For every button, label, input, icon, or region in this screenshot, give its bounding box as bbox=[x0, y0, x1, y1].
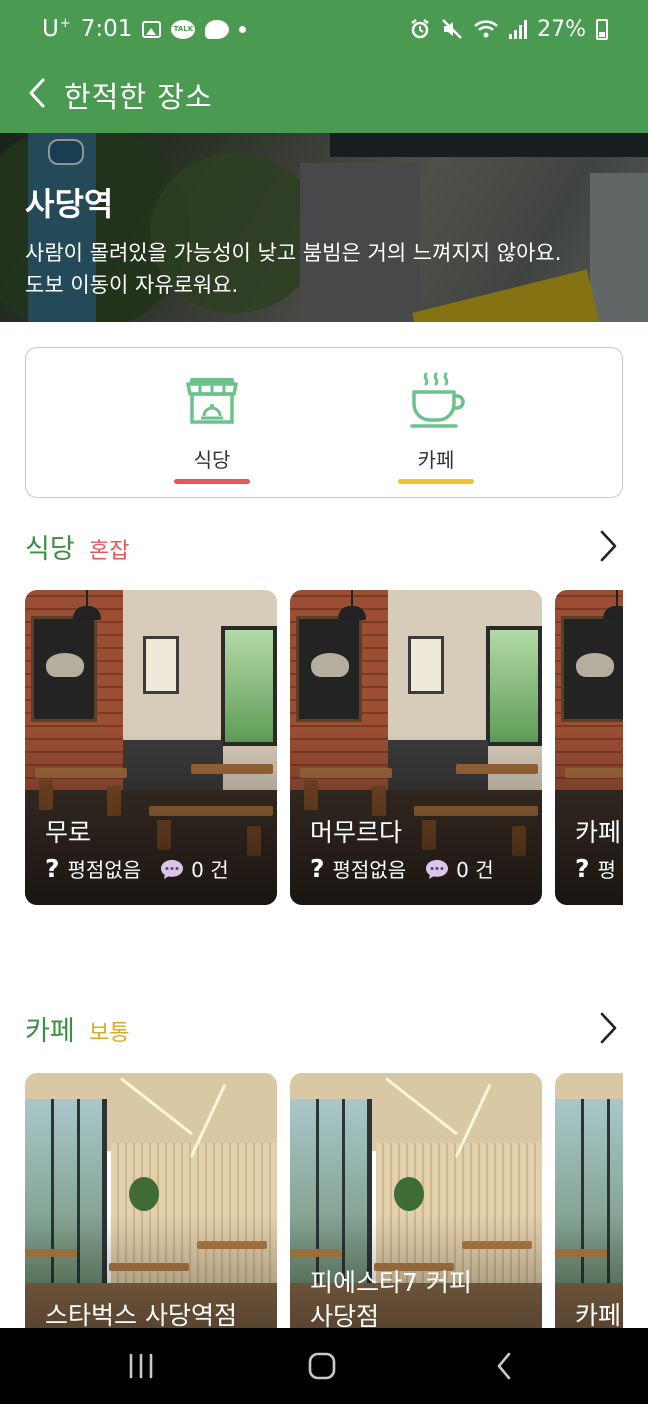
chevron-right-icon[interactable] bbox=[591, 529, 625, 563]
place-card[interactable]: 카페 bbox=[555, 1073, 623, 1328]
category-label: 카페 bbox=[417, 448, 455, 472]
battery-percent: 27% bbox=[537, 16, 586, 42]
carrier-label: U+ bbox=[42, 16, 71, 42]
restaurant-store-icon bbox=[186, 378, 238, 424]
bubble-icon bbox=[205, 19, 230, 39]
wifi-icon bbox=[474, 20, 498, 38]
place-meta: ? 평점없음 0 건 bbox=[310, 854, 494, 883]
question-icon: ? bbox=[310, 854, 325, 883]
kakaotalk-icon: TALK bbox=[171, 19, 196, 39]
signal-icon bbox=[509, 19, 528, 39]
hero-title: 사당역 bbox=[25, 185, 114, 223]
rating-text: 평 bbox=[597, 858, 616, 882]
review-count: 0 건 bbox=[456, 858, 494, 882]
back-icon bbox=[497, 1352, 511, 1380]
place-card[interactable]: 스타벅스 사당역점 bbox=[25, 1073, 277, 1328]
home-button[interactable] bbox=[292, 1342, 352, 1390]
place-name: 머무르다 bbox=[310, 818, 403, 847]
photo-icon bbox=[142, 20, 162, 38]
chat-bubble-icon bbox=[161, 859, 184, 879]
mute-icon bbox=[442, 19, 462, 39]
place-card[interactable]: 카페 ? 평 bbox=[555, 590, 623, 905]
chat-bubble-icon bbox=[426, 859, 449, 879]
category-selector: 식당 카페 bbox=[25, 347, 623, 498]
chevron-left-icon bbox=[29, 78, 45, 108]
category-cafe-tab[interactable]: 카페 bbox=[376, 348, 496, 499]
home-icon bbox=[308, 1352, 336, 1380]
back-button[interactable] bbox=[14, 70, 60, 116]
clock: 7:01 bbox=[80, 16, 133, 42]
system-back-button[interactable] bbox=[474, 1342, 534, 1390]
hero-description: 사람이 몰려있을 가능성이 낮고 붐빔은 거의 느껴지지 않아요. 도보 이동이… bbox=[25, 241, 562, 297]
congestion-badge: 혼잡 bbox=[89, 539, 130, 564]
rating-text: 평점없음 bbox=[332, 858, 407, 882]
place-card[interactable]: 무로 ? 평점없음 0 건 bbox=[25, 590, 277, 905]
place-name: 카페 bbox=[575, 818, 622, 847]
place-name: 무로 bbox=[45, 818, 92, 847]
place-name: 피에스타7 커피 사당점 bbox=[310, 1268, 472, 1328]
restaurant-section-header: 식당 혼잡 bbox=[25, 527, 625, 567]
restaurant-card-row: 무로 ? 평점없음 0 건 머무르다 ? 평점없음 0 건 카페 ? 평 bbox=[25, 590, 623, 906]
hero-banner: 사당역 사람이 몰려있을 가능성이 낮고 붐빔은 거의 느껴지지 않아요. 도보… bbox=[0, 133, 648, 322]
place-meta: ? 평점없음 0 건 bbox=[45, 854, 229, 883]
recent-apps-icon bbox=[129, 1353, 153, 1379]
status-left: U+ 7:01 TALK bbox=[42, 14, 247, 44]
status-bar: U+ 7:01 TALK 27% bbox=[0, 0, 648, 56]
category-underline bbox=[174, 479, 250, 484]
chevron-right-icon[interactable] bbox=[591, 1011, 625, 1045]
place-name: 카페 bbox=[575, 1301, 622, 1328]
rating-text: 평점없음 bbox=[67, 858, 142, 882]
review-count: 0 건 bbox=[191, 858, 229, 882]
question-icon: ? bbox=[575, 854, 590, 883]
coffee-cup-icon bbox=[410, 372, 465, 428]
battery-icon bbox=[596, 18, 608, 40]
recent-apps-button[interactable] bbox=[111, 1342, 171, 1390]
section-title: 카페 bbox=[25, 1016, 75, 1047]
section-title: 식당 bbox=[25, 534, 75, 565]
place-card[interactable]: 머무르다 ? 평점없음 0 건 bbox=[290, 590, 542, 905]
category-underline bbox=[398, 479, 474, 484]
question-icon: ? bbox=[45, 854, 60, 883]
app-bar: 한적한 장소 bbox=[0, 56, 648, 133]
cafe-section-header: 카페 보통 bbox=[25, 1009, 625, 1049]
category-restaurant-tab[interactable]: 식당 bbox=[152, 348, 272, 499]
cafe-card-row: 스타벅스 사당역점 피에스타7 커피 사당점 카페 bbox=[25, 1073, 623, 1328]
category-label: 식당 bbox=[193, 448, 231, 472]
place-card[interactable]: 피에스타7 커피 사당점 bbox=[290, 1073, 542, 1328]
dot-icon bbox=[239, 25, 247, 33]
status-right: 27% bbox=[409, 14, 608, 44]
congestion-badge: 보통 bbox=[89, 1021, 130, 1046]
place-name: 스타벅스 사당역점 bbox=[45, 1301, 237, 1328]
page-title: 한적한 장소 bbox=[64, 80, 213, 114]
alarm-icon bbox=[411, 19, 429, 39]
system-nav-bar bbox=[0, 1328, 648, 1404]
place-meta: ? 평 bbox=[575, 854, 616, 883]
